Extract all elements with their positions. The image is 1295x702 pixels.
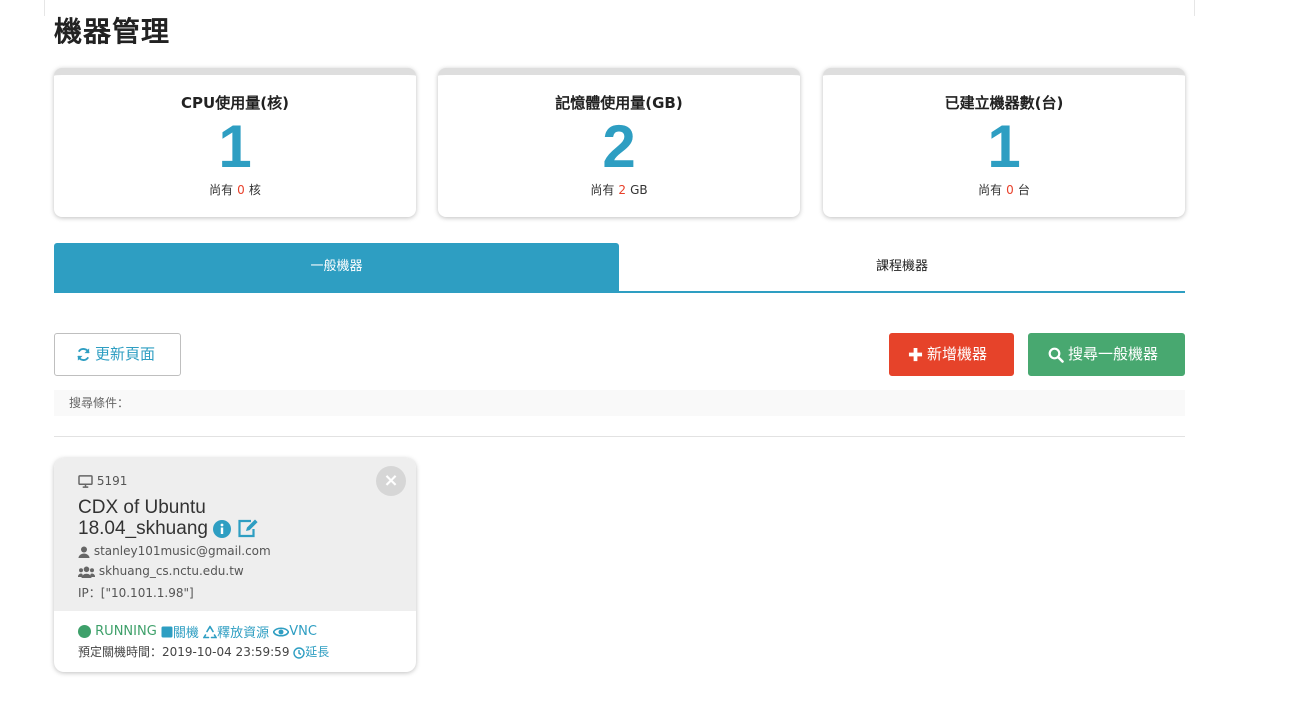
page-title: 機器管理 [54, 15, 171, 48]
remain-unit: 台 [1017, 183, 1030, 197]
divider [54, 436, 1185, 437]
machine-tabs: 一般機器 課程機器 [54, 243, 1185, 293]
stat-value: 1 [987, 113, 1021, 180]
stat-title: 已建立機器數(台) [944, 94, 1064, 112]
frame-border-right [1194, 0, 1195, 16]
frame-border-left [44, 0, 45, 16]
vm-id-value: 5191 [96, 474, 128, 488]
stat-card-cpu: CPU使用量(核) 1 尚有 0 核 [54, 68, 416, 217]
users-icon [77, 564, 99, 578]
stat-card-machines: 已建立機器數(台) 1 尚有 0 台 [823, 68, 1185, 217]
vm-card: × 5191 CDX of Ubuntu 18.04_skhuang stanl… [54, 458, 416, 672]
recycle-icon [202, 625, 218, 638]
extend-button[interactable]: 延長 [293, 645, 329, 659]
vm-group: skhuang_cs.nctu.edu.tw [77, 564, 244, 578]
remain-prefix: 尚有 [590, 183, 615, 197]
remain-unit: 核 [248, 183, 261, 197]
search-machines-button[interactable]: 搜尋一般機器 [1028, 333, 1185, 376]
add-label: 新增機器 [927, 345, 988, 363]
status-text: RUNNING [95, 624, 157, 639]
remain-value: 2 [618, 183, 627, 197]
eye-icon [272, 626, 290, 637]
refresh-page-button[interactable]: 更新頁面 [54, 333, 181, 376]
vnc-button[interactable]: VNC [272, 624, 317, 639]
stat-value: 2 [602, 113, 636, 180]
owner-email: stanley101music@gmail.com [93, 544, 271, 558]
remain-prefix: 尚有 [209, 183, 234, 197]
plus-icon [908, 334, 923, 375]
add-machine-button[interactable]: 新增機器 [889, 333, 1014, 376]
stat-card-memory: 記憶體使用量(GB) 2 尚有 2 GB [438, 68, 800, 217]
remain-unit: GB [630, 183, 648, 197]
group-name: skhuang_cs.nctu.edu.tw [98, 564, 244, 578]
vm-id: 5191 [78, 474, 127, 488]
stat-title: 記憶體使用量(GB) [555, 94, 683, 112]
search-label: 搜尋一般機器 [1068, 345, 1159, 363]
stat-remaining: 尚有 0 台 [823, 181, 1185, 198]
vm-ip: IP：["10.101.1.98"] [78, 586, 194, 600]
stat-remaining: 尚有 0 核 [54, 181, 416, 198]
stat-title: CPU使用量(核) [181, 94, 289, 112]
stat-value: 1 [218, 113, 252, 180]
info-icon[interactable] [213, 518, 236, 539]
user-icon [78, 544, 94, 558]
remain-value: 0 [1006, 183, 1014, 197]
refresh-icon [76, 334, 91, 375]
running-status-icon [78, 624, 95, 639]
refresh-label: 更新頁面 [95, 345, 156, 363]
scheduled-shutdown-time: 預定關機時間：2019-10-04 23:59:59 [78, 645, 290, 659]
monitor-icon [78, 474, 97, 488]
search-conditions-bar: 搜尋條件： [54, 390, 1185, 416]
close-icon[interactable]: × [376, 466, 406, 496]
vm-name-text: CDX of Ubuntu 18.04_skhuang [78, 497, 208, 539]
vm-name: CDX of Ubuntu 18.04_skhuang [78, 497, 308, 539]
tab-course-machines[interactable]: 課程機器 [619, 243, 1185, 291]
vm-schedule-row: 預定關機時間：2019-10-04 23:59:59 延長 [78, 643, 329, 660]
search-icon [1048, 334, 1064, 375]
stop-icon [161, 626, 173, 637]
release-resources-button[interactable]: 釋放資源 [202, 624, 273, 641]
edit-icon[interactable] [237, 518, 259, 539]
vm-status-row: RUNNING 關機 釋放資源 VNC [78, 622, 317, 641]
clock-icon [293, 646, 305, 659]
remain-prefix: 尚有 [978, 183, 1003, 197]
vm-owner: stanley101music@gmail.com [78, 544, 271, 558]
stat-remaining: 尚有 2 GB [438, 181, 800, 198]
remain-value: 0 [237, 183, 245, 197]
tab-general-machines[interactable]: 一般機器 [54, 243, 619, 291]
shutdown-button[interactable]: 關機 [161, 624, 203, 641]
